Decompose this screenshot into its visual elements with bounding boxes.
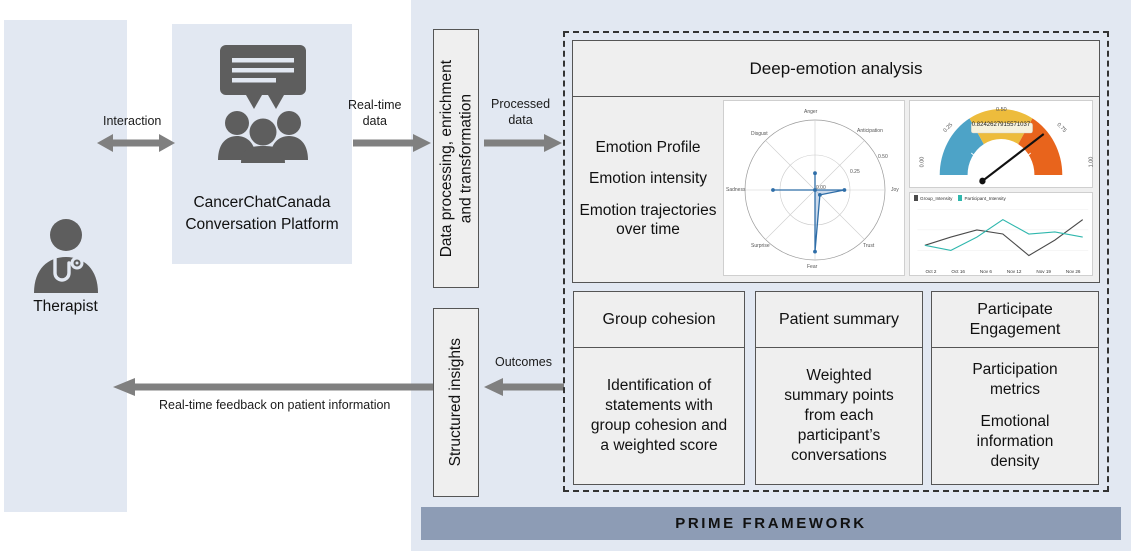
analysis-feature-emotion-profile: Emotion Profile (595, 138, 701, 156)
radar-tick-000: 0.00 (816, 185, 826, 191)
radar-tick-025: 0.25 (850, 169, 860, 175)
prime-framework-label: PRIME FRAMEWORK (675, 515, 867, 532)
radar-label-fear: Fear (807, 264, 818, 270)
gauge-tick-050: 0.50 (996, 107, 1007, 113)
group-cohesion-card: Group cohesion Identification of stateme… (573, 291, 745, 485)
data-processing-box: Data processing, enrichment and transfor… (433, 29, 479, 288)
radar-label-anticipation: Anticipation (857, 128, 883, 134)
processed-data-arrow (484, 131, 562, 155)
gauge-tick-000: 0.00 (919, 156, 926, 168)
deep-emotion-analysis-title: Deep-emotion analysis (573, 41, 1099, 97)
radar-label-anger: Anger (804, 109, 818, 115)
feedback-arrow (113, 375, 433, 399)
conversation-platform-icon (208, 45, 318, 163)
legend-swatch-group (914, 195, 918, 201)
radar-label-joy: Joy (891, 187, 899, 193)
realtime-data-label: Real-time data (348, 98, 402, 129)
line-xtick-4: Nov 19 (1036, 269, 1051, 274)
radar-tick-050: 0.50 (878, 154, 888, 160)
participation-metrics-text: Participation metrics (972, 360, 1058, 398)
legend-swatch-participant (958, 195, 963, 201)
participate-engagement-body: Participation metrics Emotional informat… (932, 348, 1098, 484)
legend-label-group: Group_Intensity (920, 195, 953, 201)
data-processing-label: Data processing, enrichment and transfor… (437, 59, 474, 258)
therapist-label: Therapist (33, 298, 98, 315)
platform-label: CancerChatCanada Conversation Platform (185, 194, 339, 233)
line-xtick-2: Nov 6 (979, 269, 992, 274)
interaction-label: Interaction (103, 114, 162, 128)
feedback-label: Real-time feedback on patient informatio… (159, 398, 391, 412)
emotion-intensity-gauge: 0.8242627915571037 0.00 0.25 0.50 0.75 1… (909, 100, 1095, 188)
emotional-density-text: Emotional information density (976, 412, 1054, 471)
patient-summary-card: Patient summary Weighted summary points … (755, 291, 923, 485)
radar-label-surprise: Surprise (751, 243, 770, 249)
patient-summary-title: Patient summary (756, 292, 922, 348)
line-svg (917, 209, 1089, 257)
structured-insights-label: Structured insights (447, 338, 465, 467)
line-xtick-5: Nov 26 (1065, 269, 1081, 274)
gauge-tick-100: 1.00 (1088, 156, 1095, 168)
analysis-feature-emotion-intensity: Emotion intensity (588, 170, 708, 188)
radar-label-disgust: Disgust (751, 131, 768, 137)
processed-data-label: Processed data (491, 97, 551, 128)
analysis-feature-emotion-trajectories: Emotion trajectories over time (579, 202, 717, 238)
emotion-trajectory-line-chart: Group_Intensity Participant_Intensity Oc… (909, 192, 1093, 276)
patient-summary-body: Weighted summary points from each partic… (784, 366, 894, 465)
line-xtick-3: Nov 12 (1006, 269, 1022, 274)
prime-framework-bar: PRIME FRAMEWORK (421, 507, 1121, 540)
interaction-arrow (97, 131, 175, 155)
group-cohesion-title: Group cohesion (574, 292, 744, 348)
emotion-radar-chart: Anger Anticipation Joy Trust Fear Surpri… (723, 100, 905, 276)
radar-label-sadness: Sadness (726, 187, 746, 193)
therapist-icon (34, 219, 98, 293)
outcomes-arrow (484, 375, 564, 399)
structured-insights-box: Structured insights (433, 308, 479, 497)
outcomes-label: Outcomes (495, 355, 552, 369)
deep-emotion-analysis-card: Deep-emotion analysis Emotion Profile Em… (572, 40, 1100, 283)
therapist-avatar (22, 217, 110, 293)
radar-label-trust: Trust (863, 243, 875, 249)
analysis-feature-list: Emotion Profile Emotion intensity Emotio… (573, 96, 723, 282)
legend-label-participant: Participant_Intensity (964, 195, 1006, 201)
line-xtick-0: Oct 2 (925, 269, 937, 274)
participate-engagement-card: Participate Engagement Participation met… (931, 291, 1099, 485)
participate-engagement-title: Participate Engagement (932, 292, 1098, 348)
group-cohesion-body: Identification of statements with group … (590, 376, 728, 455)
realtime-data-arrow (353, 131, 431, 155)
line-xtick-1: Oct 16 (951, 269, 965, 274)
gauge-svg (939, 109, 1063, 185)
